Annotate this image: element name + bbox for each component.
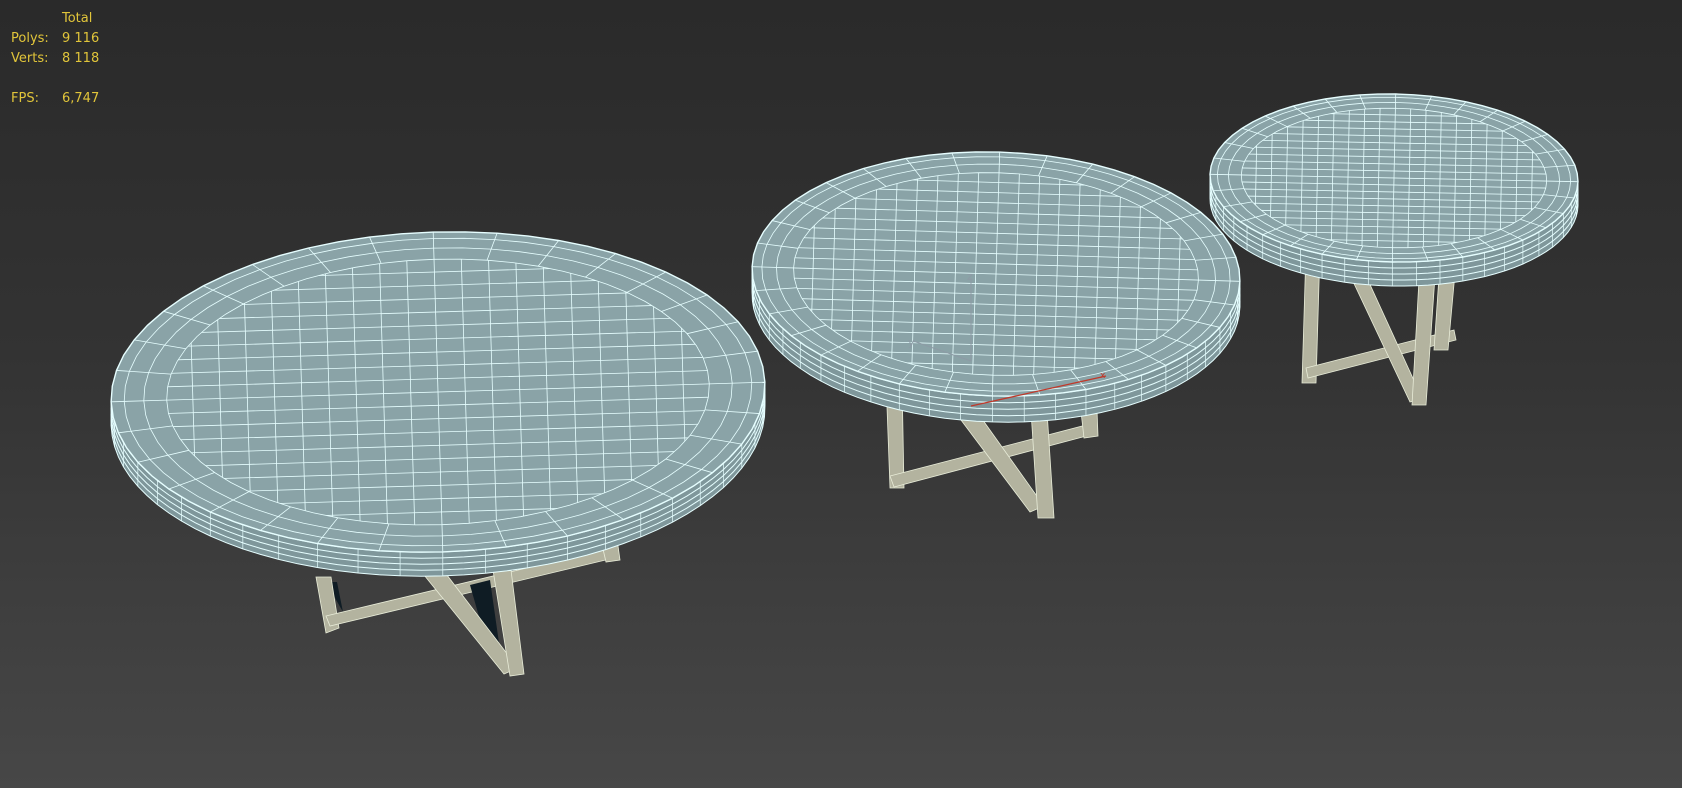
verts-row: Verts: 8 118: [11, 49, 99, 69]
fps-row: FPS: 6,747: [11, 89, 99, 109]
verts-value: 8 118: [62, 51, 100, 66]
polys-row: Polys: 9 116: [11, 29, 99, 49]
stats-header: Total: [62, 11, 93, 26]
gizmo-x-label: x: [1100, 371, 1106, 381]
gizmo-y-label: y: [908, 336, 915, 349]
gizmo-z-label: z: [967, 270, 973, 283]
fps-value: 6,747: [62, 91, 100, 106]
large-round-table[interactable]: [106, 222, 769, 677]
fps-label: FPS:: [11, 91, 39, 106]
polys-label: Polys:: [11, 31, 49, 46]
scene-canvas[interactable]: z y x: [0, 0, 1682, 788]
medium-round-table[interactable]: [748, 145, 1243, 519]
stats-header-row: Total: [11, 9, 99, 29]
small-round-table[interactable]: [1208, 90, 1579, 406]
verts-label: Verts:: [11, 51, 49, 66]
3d-viewport[interactable]: Total Polys: 9 116 Verts: 8 118 FPS: 6,7…: [0, 0, 1682, 788]
polys-value: 9 116: [62, 31, 100, 46]
viewport-statistics: Total Polys: 9 116 Verts: 8 118 FPS: 6,7…: [11, 9, 99, 109]
